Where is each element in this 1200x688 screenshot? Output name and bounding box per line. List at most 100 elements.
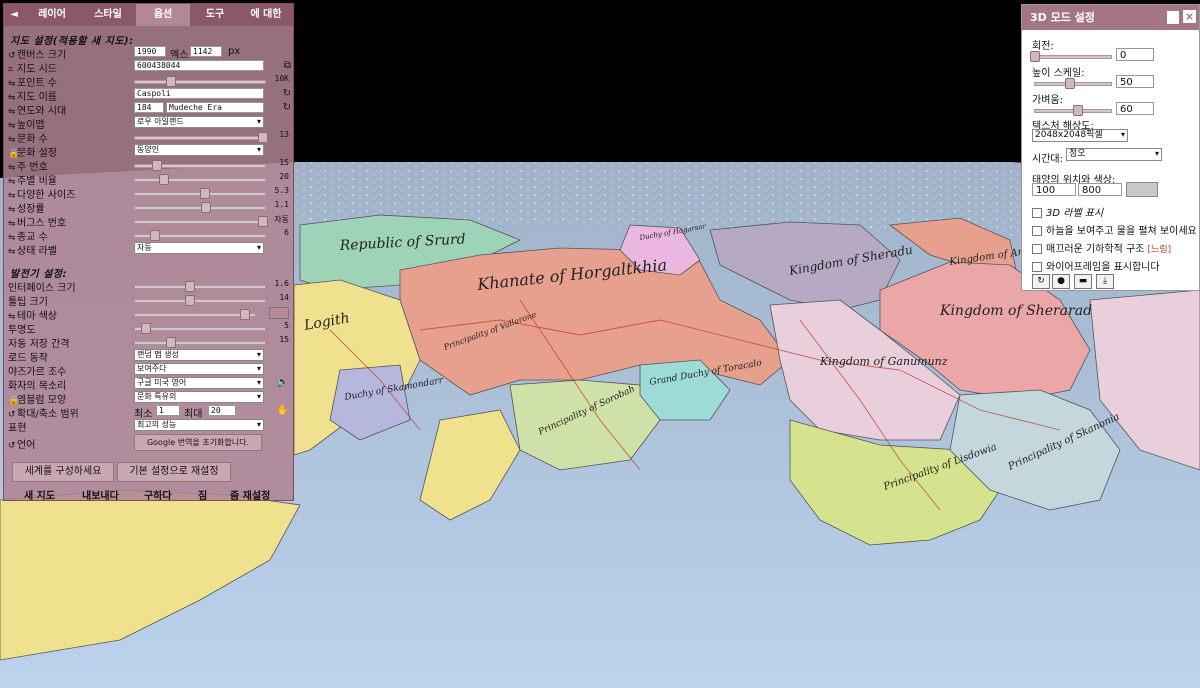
sun-y-input[interactable]: 800 [1078, 183, 1122, 196]
checkbox-icon[interactable] [1032, 226, 1042, 236]
new-map-button[interactable]: 새 지도 [24, 487, 55, 502]
time-select[interactable]: 정오 [1066, 148, 1162, 161]
slider-thumb[interactable] [185, 281, 196, 292]
canvas-height-input[interactable]: 1142 [190, 46, 222, 57]
zoom-max-input[interactable]: 20 [208, 405, 236, 416]
tab-about[interactable]: 에 대한 [240, 4, 292, 26]
slider-thumb[interactable] [165, 76, 176, 87]
value-slider[interactable] [134, 159, 266, 171]
load-button[interactable]: 짐 [198, 487, 207, 502]
slider-thumb[interactable] [201, 202, 212, 213]
close-icon[interactable]: × [1183, 10, 1196, 23]
map-label: ⇋종교 수 [8, 232, 48, 243]
copy-icon[interactable]: ⧉ [284, 60, 291, 71]
map-label[interactable]: Kingdom of Ganumunz [819, 355, 948, 368]
tab-style[interactable]: 스타일 [80, 4, 136, 26]
map-row: ⇋버그스 번호 자동 [8, 214, 291, 229]
value-slider[interactable] [134, 187, 266, 199]
canvas-width-input[interactable]: 1990 [134, 46, 166, 57]
tab-layers[interactable]: 레이어 [24, 4, 80, 26]
value-slider[interactable] [134, 75, 266, 87]
lock-icon[interactable]: ↺ [8, 441, 17, 451]
tab-tools[interactable]: 도구 [190, 4, 240, 26]
era-input[interactable]: Mudeche Era [166, 102, 264, 113]
option-select[interactable]: 구글 미국 영어 [134, 377, 264, 389]
tab-options[interactable]: 옵션 [136, 4, 190, 26]
reset-defaults-button[interactable]: 기본 설정으로 재설정 [117, 462, 231, 482]
minimize-icon[interactable] [1167, 11, 1179, 24]
slider-thumb[interactable] [199, 188, 210, 199]
rotation-input[interactable]: 0 [1116, 48, 1154, 61]
option-input[interactable]: 600438044 [134, 60, 264, 71]
slider-thumb[interactable] [152, 160, 163, 171]
checkbox-icon[interactable] [1032, 262, 1042, 272]
save-button[interactable]: 구하다 [144, 487, 172, 502]
refresh-icon[interactable]: ↻ [283, 102, 291, 113]
download-icon[interactable]: ⤓ [1096, 274, 1114, 289]
check-3d-labels[interactable]: 3D 라벨 표시 [1032, 204, 1103, 219]
option-select[interactable]: 문화 특유의 [134, 391, 264, 403]
option-select[interactable]: 자동 [134, 242, 264, 254]
value-slider[interactable] [134, 131, 269, 143]
theme-color-swatch[interactable] [269, 307, 289, 319]
option-input[interactable]: Caspoli [134, 88, 264, 99]
3d-panel-title: 3D 모드 설정 [1030, 11, 1095, 24]
option-select[interactable]: 동양인 [134, 144, 264, 156]
lock-icon[interactable]: ⇋ [8, 247, 17, 257]
3d-panel-header[interactable]: 3D 모드 설정 × [1022, 5, 1199, 30]
check-smooth[interactable]: 매끄러운 기하학적 구조 [느림] [1032, 240, 1171, 255]
value-slider[interactable] [134, 173, 266, 185]
map-label: ⇋높이맵 [8, 120, 45, 131]
option-select[interactable]: 최고의 성능 [134, 419, 264, 431]
map-row: ⇋상태 라벨 자동 [8, 242, 291, 257]
slider-thumb[interactable] [258, 132, 269, 143]
collapse-tab[interactable]: ◄ [4, 4, 24, 26]
reset-translation-button[interactable]: Google 번역을 초기화합니다. [134, 434, 262, 451]
option-select[interactable]: 로우 아일랜드 [134, 116, 264, 128]
texture-select[interactable]: 2048x2048픽셀 [1032, 129, 1128, 142]
value-slider[interactable] [134, 201, 266, 213]
theme-hue-slider[interactable] [134, 308, 256, 320]
sun-x-input[interactable]: 100 [1032, 183, 1076, 196]
slider-thumb[interactable] [239, 309, 250, 320]
globe-icon[interactable]: ● [1052, 274, 1070, 289]
height-scale-slider[interactable] [1034, 77, 1112, 89]
lightness-input[interactable]: 60 [1116, 102, 1154, 115]
slider-thumb[interactable] [185, 295, 196, 306]
slider-thumb[interactable] [149, 230, 160, 241]
value-slider[interactable] [134, 229, 266, 241]
lightness-slider[interactable] [1034, 104, 1112, 116]
zoom-min-input[interactable]: 1 [156, 405, 180, 416]
export-button[interactable]: 내보내다 [82, 487, 119, 502]
build-world-button[interactable]: 세계를 구성하세요 [12, 462, 114, 482]
checkbox-icon[interactable] [1032, 208, 1042, 218]
slider-thumb[interactable] [159, 174, 170, 185]
year-input[interactable]: 184 [134, 102, 164, 113]
value-slider[interactable] [134, 280, 266, 292]
hand-icon[interactable]: ✋ [277, 405, 289, 416]
map-row: ⌗ 지도 시드 600438044 ⧉ [8, 60, 291, 75]
option-select[interactable]: 랜덤 맵 생성 [134, 349, 264, 361]
gen-row: 투명도 5 [8, 321, 291, 336]
refresh-icon[interactable]: ↻ [283, 88, 291, 99]
check-sky[interactable]: 하늘을 보여주고 물을 펼쳐 보이세요 [1032, 222, 1197, 237]
check-wireframe[interactable]: 와이어프레임을 표시합니다 [1032, 258, 1160, 273]
value-slider[interactable] [134, 215, 269, 227]
option-select[interactable]: 보여주다 [134, 363, 264, 375]
restart-icon[interactable]: ↻ [1032, 274, 1050, 289]
value-slider[interactable] [134, 322, 266, 334]
checkbox-icon[interactable] [1032, 244, 1042, 254]
screenshot-icon[interactable]: ▬ [1074, 274, 1092, 289]
reset-zoom-button[interactable]: 줌 재설정 [230, 487, 270, 502]
gen-row: 로드 동작 랜덤 맵 생성 [8, 349, 291, 364]
height-scale-input[interactable]: 50 [1116, 75, 1154, 88]
value-slider[interactable] [134, 294, 266, 306]
slider-thumb[interactable] [140, 323, 151, 334]
slider-thumb[interactable] [165, 337, 176, 348]
map-label[interactable]: Kingdom of Sherarad [939, 303, 1092, 319]
rotation-slider[interactable] [1030, 50, 1112, 62]
sun-color-swatch[interactable] [1126, 182, 1158, 197]
slider-thumb[interactable] [258, 216, 269, 227]
value-slider[interactable] [134, 336, 266, 348]
speaker-icon[interactable]: 🔈 [277, 377, 289, 388]
